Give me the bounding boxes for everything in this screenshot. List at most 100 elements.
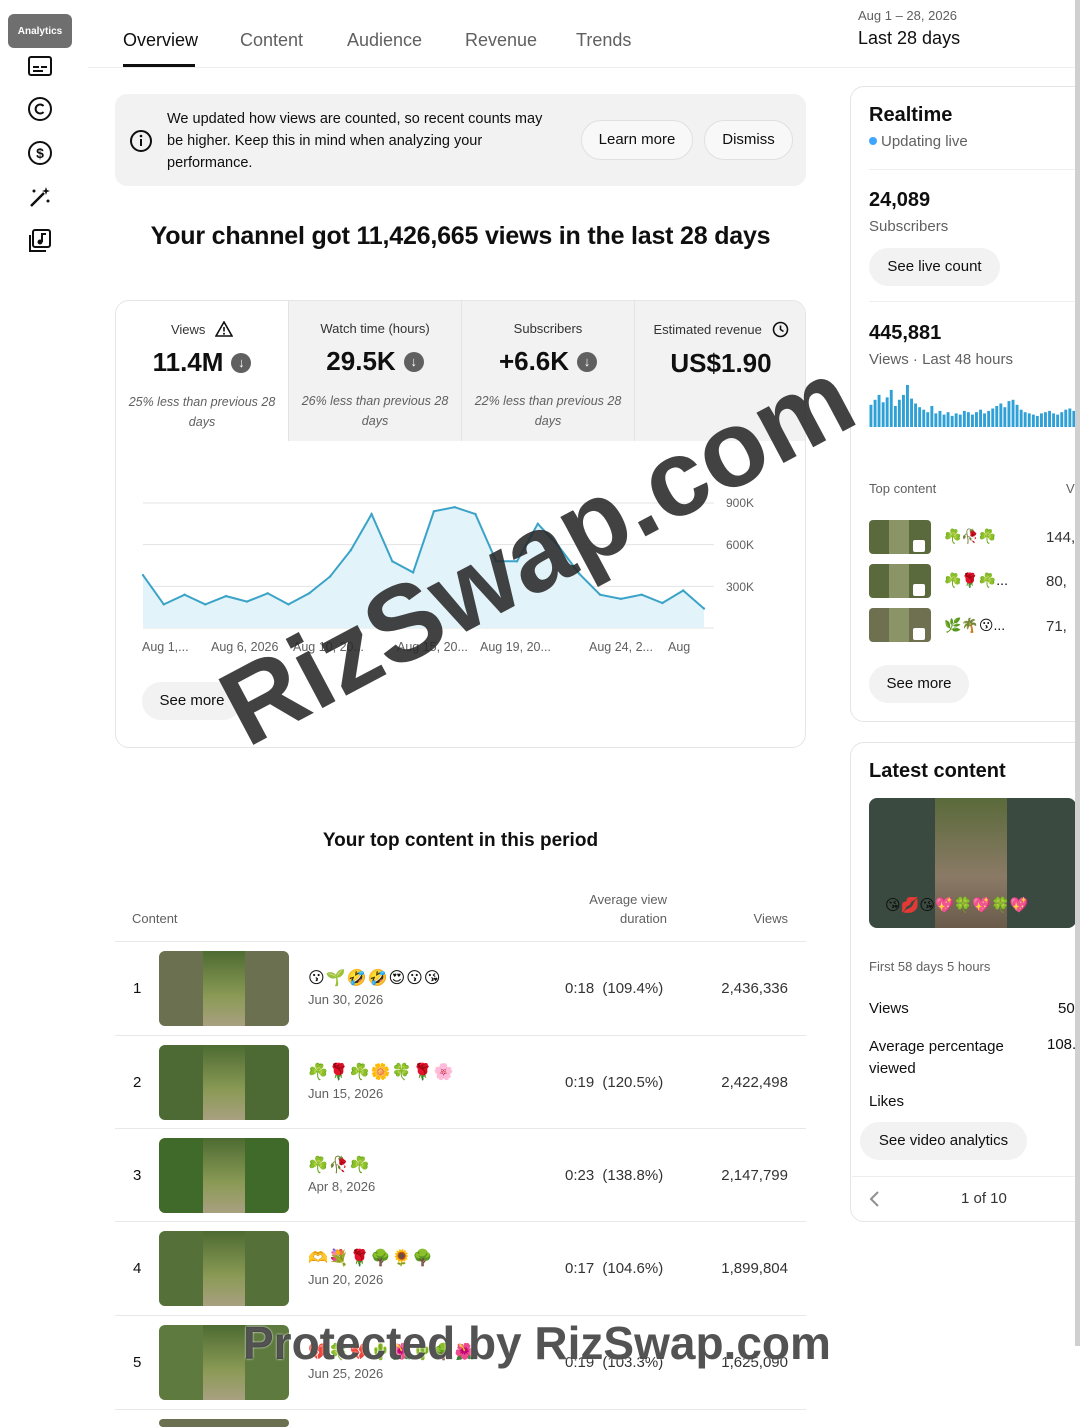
top-content-label: Top content xyxy=(869,481,937,496)
spark-bar xyxy=(954,413,958,427)
video-thumbnail[interactable] xyxy=(159,1231,289,1306)
video-title[interactable]: ☘️🥀☘️ xyxy=(308,1155,371,1175)
realtime-views-value: 445,881 xyxy=(869,322,942,344)
spark-bar xyxy=(1052,413,1055,427)
nav-analytics[interactable]: Analytics xyxy=(8,14,72,48)
dismiss-button[interactable]: Dismiss xyxy=(704,120,793,160)
top-content-thumb[interactable] xyxy=(869,520,931,554)
row-rank: 2 xyxy=(133,1074,142,1091)
table-row[interactable] xyxy=(115,1409,806,1427)
metric-watch-time[interactable]: Watch time (hours) 29.5K ↓ 26% less than … xyxy=(288,301,461,441)
stat-views-label: Views xyxy=(869,1000,909,1017)
tab-trends[interactable]: Trends xyxy=(576,30,631,51)
video-title[interactable]: 🫶💐🌹🌳🌻🌳 xyxy=(308,1248,434,1268)
spark-bar xyxy=(987,410,991,427)
analytics-label: Analytics xyxy=(17,26,63,37)
divider xyxy=(852,1176,1078,1177)
spark-bar xyxy=(873,399,877,427)
y-tick-label: 300K xyxy=(726,580,755,594)
spark-bar xyxy=(1015,404,1019,427)
row-rank: 1 xyxy=(133,980,142,997)
x-tick-label: Aug 24, 2... xyxy=(589,640,653,654)
metric-subscribers[interactable]: Subscribers +6.6K ↓ 22% less than previou… xyxy=(461,301,634,441)
row-rank: 3 xyxy=(133,1167,142,1184)
table-row[interactable]: 1 😗🌱🤣🤣😍😗😘 Jun 30, 2026 0:18 (109.4%) 2,4… xyxy=(115,941,806,1034)
spark-bar xyxy=(1068,408,1072,427)
stat-likes-label: Likes xyxy=(869,1093,905,1110)
tab-revenue[interactable]: Revenue xyxy=(465,30,537,51)
learn-more-button[interactable]: Learn more xyxy=(581,120,693,160)
active-tab-indicator xyxy=(123,64,195,67)
spark-bar xyxy=(869,404,873,427)
spark-bar xyxy=(962,410,966,427)
table-row[interactable]: 2 ☘️🌹☘️🌼🍀🌹🌸 Jun 15, 2026 0:19 (120.5%) 2… xyxy=(115,1035,806,1128)
spark-bar xyxy=(1019,409,1023,427)
spark-bar xyxy=(1031,414,1035,427)
col-content: Content xyxy=(132,911,178,926)
video-thumbnail[interactable] xyxy=(159,951,289,1026)
tab-overview[interactable]: Overview xyxy=(123,30,198,51)
spark-bar xyxy=(906,385,909,427)
tab-audience[interactable]: Audience xyxy=(347,30,422,51)
customization-wand-icon[interactable] xyxy=(26,183,54,211)
video-title[interactable]: ☘️🌹☘️🌼🍀🌹🌸 xyxy=(308,1062,454,1082)
spark-bar xyxy=(910,398,913,427)
video-thumbnail[interactable] xyxy=(159,1045,289,1120)
clock-icon xyxy=(772,321,788,338)
spark-bar xyxy=(942,414,946,427)
chevron-left-icon[interactable] xyxy=(866,1189,884,1209)
divider xyxy=(869,301,1079,302)
copyright-icon[interactable] xyxy=(26,95,54,123)
spark-bar xyxy=(966,412,970,427)
notice-text: We updated how views are counted, so rec… xyxy=(167,111,543,171)
audio-library-icon[interactable] xyxy=(26,227,54,255)
subtitles-icon[interactable] xyxy=(26,52,54,80)
metric-subscribers-value: +6.6K xyxy=(498,346,570,376)
monetization-icon[interactable]: $ xyxy=(26,139,54,167)
y-tick-label: 600K xyxy=(726,538,755,552)
metric-subscribers-label: Subscribers xyxy=(513,321,583,336)
realtime-status-text: Updating live xyxy=(881,133,968,150)
scrollbar[interactable] xyxy=(1075,0,1080,1346)
col-views: Views xyxy=(753,911,788,926)
spark-bar xyxy=(1048,410,1051,427)
top-content-views: 144, xyxy=(1046,529,1076,546)
see-video-analytics-button[interactable]: See video analytics xyxy=(860,1122,1027,1160)
top-content-thumb[interactable] xyxy=(869,564,931,598)
stat-views-value: 50 xyxy=(1058,1000,1075,1017)
spark-bar xyxy=(946,412,950,427)
metric-views-value: 11.4M xyxy=(152,347,224,377)
realtime-see-more-button[interactable]: See more xyxy=(869,665,969,703)
video-date: Jun 20, 2026 xyxy=(308,1272,384,1287)
date-range-picker[interactable]: Aug 1 – 28, 2026 Last 28 days xyxy=(858,8,960,49)
see-live-count-button[interactable]: See live count xyxy=(869,248,1000,286)
watermark-small: Protected by RizSwap.com xyxy=(243,1317,831,1369)
pager-label: 1 of 10 xyxy=(961,1190,1007,1207)
latest-video-thumbnail[interactable]: 😘💋😘💖🍀💖🍀💖 xyxy=(869,798,1076,928)
spark-bar xyxy=(958,414,962,427)
metric-views[interactable]: Views 11.4M ↓ 25% less than previous 28 d… xyxy=(116,301,288,441)
views-update-notice: We updated how views are counted, so rec… xyxy=(115,94,806,186)
spark-bar xyxy=(1027,413,1031,427)
top-content-views: 71, xyxy=(1046,618,1067,635)
top-content-title: Your top content in this period xyxy=(322,830,599,851)
video-thumbnail[interactable] xyxy=(159,1138,289,1213)
spark-bar xyxy=(934,413,938,427)
metric-subscribers-compare: 22% less than previous 28 days xyxy=(474,394,622,428)
video-title[interactable]: 😗🌱🤣🤣😍😗😘 xyxy=(308,968,441,988)
tab-content[interactable]: Content xyxy=(240,30,303,51)
spark-bar xyxy=(922,409,926,427)
avg-duration: 0:19 (120.5%) xyxy=(565,1074,664,1091)
table-row[interactable]: 3 ☘️🥀☘️ Apr 8, 2026 0:23 (138.8%) 2,147,… xyxy=(115,1128,806,1221)
top-content-title[interactable]: 🌿🌴😗... xyxy=(944,617,1005,634)
spark-bar xyxy=(1023,412,1027,427)
table-row[interactable]: 4 🫶💐🌹🌳🌻🌳 Jun 20, 2026 0:17 (104.6%) 1,89… xyxy=(115,1221,806,1314)
x-tick-label: Aug 1,... xyxy=(142,640,189,654)
top-content-title[interactable]: ☘️🥀☘️ xyxy=(944,528,996,545)
top-content-views: 80, xyxy=(1046,573,1067,590)
row-rank: 5 xyxy=(133,1354,142,1371)
realtime-sparkline xyxy=(869,385,1076,427)
spark-bar xyxy=(1064,409,1068,427)
top-content-title[interactable]: ☘️🌹☘️... xyxy=(944,572,1008,589)
top-content-thumb[interactable] xyxy=(869,608,931,642)
